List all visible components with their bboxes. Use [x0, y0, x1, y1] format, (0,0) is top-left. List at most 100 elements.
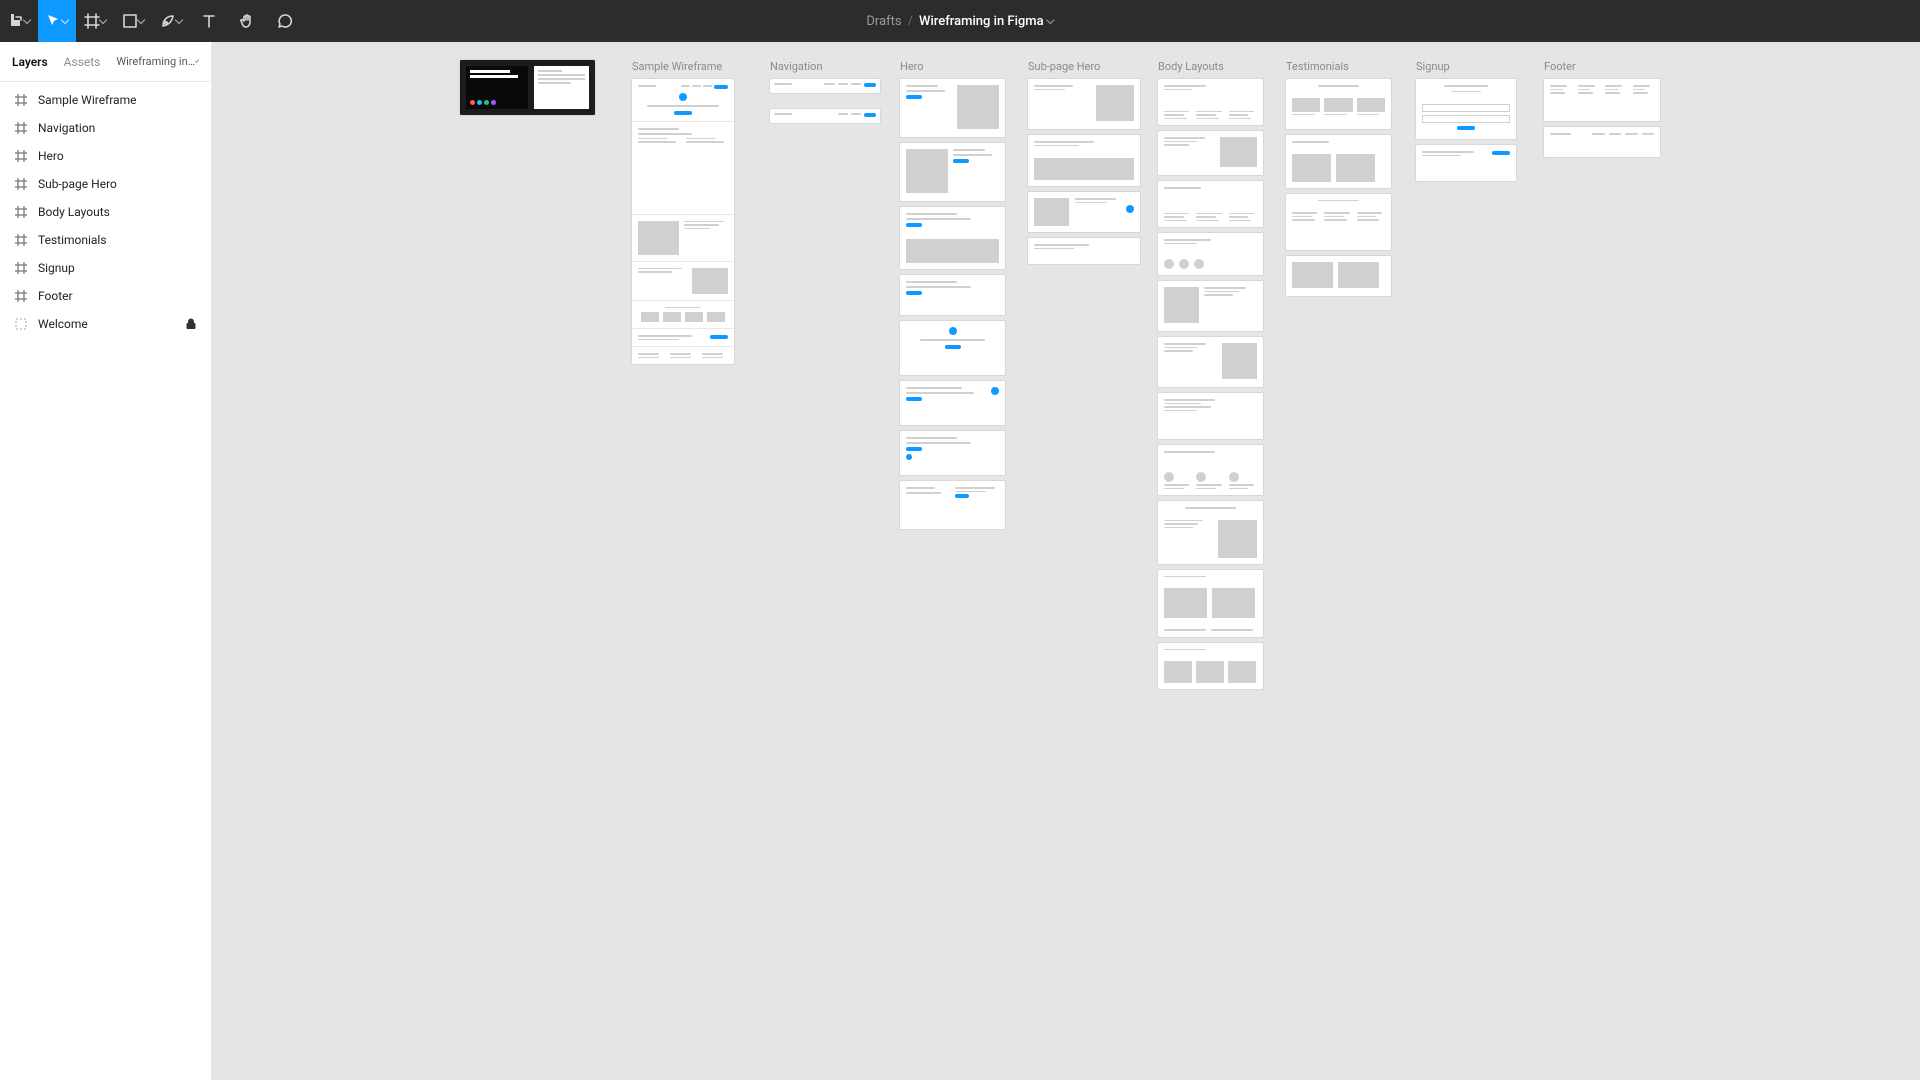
- artboard[interactable]: [900, 143, 1005, 201]
- frame-column-hero: Hero: [900, 60, 1005, 529]
- layer-label: Hero: [38, 149, 64, 163]
- layer-row-welcome[interactable]: Welcome: [0, 310, 211, 338]
- artboard[interactable]: [632, 79, 734, 364]
- artboard[interactable]: [900, 275, 1005, 315]
- artboard[interactable]: [1286, 135, 1391, 188]
- artboard[interactable]: [1158, 570, 1263, 637]
- frame-icon: [14, 149, 28, 163]
- artboard[interactable]: [900, 431, 1005, 475]
- file-name[interactable]: Wireframing in Figma: [919, 14, 1044, 29]
- artboard[interactable]: [1158, 281, 1263, 331]
- menu-button[interactable]: [0, 0, 38, 42]
- frame-column-sub: Sub-page Hero: [1028, 60, 1140, 264]
- artboard[interactable]: [1028, 135, 1140, 186]
- layer-row-footer[interactable]: Footer: [0, 282, 211, 310]
- frame-column-sample: Sample Wireframe: [632, 60, 734, 364]
- artboard[interactable]: [1544, 79, 1660, 121]
- tab-assets[interactable]: Assets: [64, 55, 101, 69]
- move-tool[interactable]: [38, 0, 76, 42]
- frame-label[interactable]: Testimonials: [1286, 60, 1391, 73]
- artboard[interactable]: [1158, 79, 1263, 125]
- breadcrumb-parent[interactable]: Drafts: [866, 14, 901, 29]
- chevron-down-icon: [23, 15, 31, 23]
- frame-column-body: Body Layouts: [1158, 60, 1263, 689]
- layer-label: Welcome: [38, 317, 88, 331]
- frame-tool[interactable]: [76, 0, 114, 42]
- hand-tool[interactable]: [228, 0, 266, 42]
- chevron-down-icon: [61, 15, 69, 23]
- layer-label: Sample Wireframe: [38, 93, 136, 107]
- frame-label[interactable]: Hero: [900, 60, 1005, 73]
- frame-label[interactable]: Navigation: [770, 60, 880, 73]
- layer-label: Sub-page Hero: [38, 177, 117, 191]
- frame-label[interactable]: Signup: [1416, 60, 1516, 73]
- artboard[interactable]: [1028, 238, 1140, 264]
- artboard[interactable]: [1158, 181, 1263, 227]
- cover-thumbnail[interactable]: [460, 60, 595, 115]
- shape-tool[interactable]: [114, 0, 152, 42]
- frame-label[interactable]: Sub-page Hero: [1028, 60, 1140, 73]
- frame-icon: [14, 289, 28, 303]
- workspace: Layers Assets Wireframing in… Sample Wir…: [0, 42, 1920, 1080]
- layer-row-hero[interactable]: Hero: [0, 142, 211, 170]
- frame-label[interactable]: Footer: [1544, 60, 1660, 73]
- layer-label: Testimonials: [38, 233, 107, 247]
- frame-icon: [14, 177, 28, 191]
- artboard[interactable]: [1286, 194, 1391, 250]
- text-tool[interactable]: [190, 0, 228, 42]
- artboard[interactable]: [900, 79, 1005, 137]
- frame-column-footer: Footer: [1544, 60, 1660, 157]
- artboard[interactable]: [1158, 643, 1263, 690]
- lock-icon: [185, 318, 197, 330]
- artboard[interactable]: [1158, 501, 1263, 564]
- artboard[interactable]: [1028, 79, 1140, 129]
- layer-row-testimonials[interactable]: Testimonials: [0, 226, 211, 254]
- frame-icon: [14, 261, 28, 275]
- layers-list: Sample Wireframe Navigation Hero Sub-page H…: [0, 82, 211, 342]
- frame-icon: [14, 121, 28, 135]
- chevron-down-icon: [1046, 15, 1054, 23]
- comment-tool[interactable]: [266, 0, 304, 42]
- artboard[interactable]: [900, 207, 1005, 269]
- artboard[interactable]: [900, 321, 1005, 375]
- layer-label: Footer: [38, 289, 73, 303]
- artboard[interactable]: [1158, 131, 1263, 175]
- artboard[interactable]: [770, 79, 880, 93]
- layer-row-navigation[interactable]: Navigation: [0, 114, 211, 142]
- breadcrumb[interactable]: Drafts / Wireframing in Figma: [866, 14, 1053, 29]
- artboard[interactable]: [1286, 256, 1391, 296]
- component-icon: [14, 317, 28, 331]
- artboard[interactable]: [1028, 192, 1140, 232]
- layer-row-sample-wireframe[interactable]: Sample Wireframe: [0, 86, 211, 114]
- artboard[interactable]: [1286, 79, 1391, 129]
- artboard[interactable]: [1158, 233, 1263, 275]
- layer-label: Navigation: [38, 121, 95, 135]
- frame-label[interactable]: Body Layouts: [1158, 60, 1263, 73]
- artboard[interactable]: [1416, 145, 1516, 181]
- page-selector[interactable]: Wireframing in…: [116, 55, 199, 68]
- artboard[interactable]: [1158, 393, 1263, 439]
- chevron-down-icon: [175, 15, 183, 23]
- layer-row-signup[interactable]: Signup: [0, 254, 211, 282]
- canvas[interactable]: Sample Wireframe Navigation Hero Sub-page H…: [212, 42, 1920, 1080]
- left-panel: Layers Assets Wireframing in… Sample Wir…: [0, 42, 212, 1080]
- toolbar: Drafts / Wireframing in Figma: [0, 0, 1920, 42]
- frame-label[interactable]: Sample Wireframe: [632, 60, 734, 73]
- frame-column-signup: Signup: [1416, 60, 1516, 181]
- artboard[interactable]: [900, 481, 1005, 529]
- panel-tabs: Layers Assets Wireframing in…: [0, 42, 211, 82]
- pen-tool[interactable]: [152, 0, 190, 42]
- tab-layers[interactable]: Layers: [12, 55, 48, 69]
- frame-icon: [14, 205, 28, 219]
- frame-column-test: Testimonials: [1286, 60, 1391, 296]
- artboard[interactable]: [1158, 337, 1263, 387]
- layer-row-body-layouts[interactable]: Body Layouts: [0, 198, 211, 226]
- frame-icon: [14, 233, 28, 247]
- artboard[interactable]: [1158, 445, 1263, 495]
- layer-row-sub-page-hero[interactable]: Sub-page Hero: [0, 170, 211, 198]
- artboard[interactable]: [1544, 127, 1660, 157]
- artboard[interactable]: [1416, 79, 1516, 139]
- chevron-down-icon: [137, 15, 145, 23]
- artboard[interactable]: [900, 381, 1005, 425]
- artboard[interactable]: [770, 109, 880, 123]
